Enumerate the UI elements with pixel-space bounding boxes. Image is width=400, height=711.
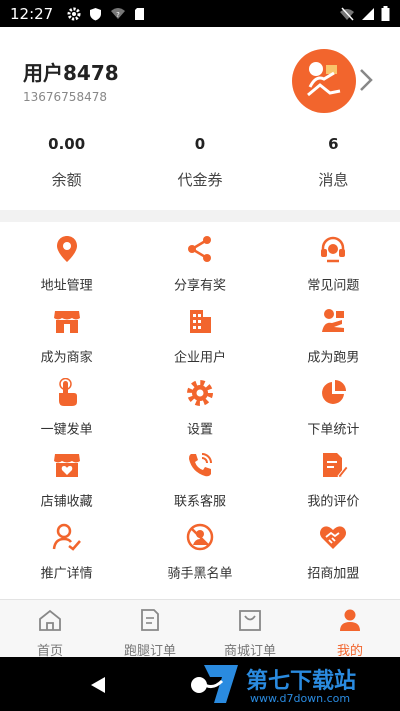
watermark-url: www.d7down.com — [250, 692, 351, 705]
avatar[interactable] — [292, 49, 356, 113]
svg-text:?: ? — [116, 11, 120, 19]
menu-item-share[interactable]: 分享有奖 — [133, 222, 266, 294]
bottom-tab-bar: 首页 跑腿订单 商城订单 我的 — [0, 599, 400, 659]
tab-home[interactable]: 首页 — [0, 600, 100, 659]
stat-value: 0 — [194, 135, 206, 153]
shopping-bag-icon — [239, 610, 261, 631]
menu-item-quick-order[interactable]: 一键发单 — [0, 366, 133, 438]
gear-icon — [186, 380, 213, 406]
menu-item-settings[interactable]: 设置 — [133, 366, 266, 438]
profile-header[interactable]: 用户8478 13676758478 0.00 余额 0 代金券 6 消息 — [0, 27, 400, 210]
menu-item-label: 我的评价 — [307, 494, 360, 510]
user-check-icon — [52, 523, 81, 551]
status-time: 12:27 — [10, 4, 54, 23]
stats-row: 0.00 余额 0 代金券 6 消息 — [0, 135, 400, 190]
battery-icon — [381, 6, 390, 21]
menu-item-label: 店铺收藏 — [40, 494, 93, 510]
back-icon[interactable] — [90, 676, 106, 694]
watermark: 第七下载站 www.d7down.com — [198, 661, 398, 709]
store-favorite-icon — [53, 454, 80, 477]
menu-item-label: 成为商家 — [40, 350, 93, 366]
person-icon — [340, 609, 360, 631]
signal-icon — [362, 7, 374, 20]
menu-item-label: 招商加盟 — [307, 566, 360, 582]
menu-item-label: 常见问题 — [307, 278, 360, 294]
courier-avatar-icon — [307, 62, 341, 97]
handshake-icon — [320, 526, 347, 549]
building-icon — [189, 310, 211, 333]
menu-item-label: 成为跑男 — [307, 350, 360, 366]
status-bar: 12:27 ? — [0, 0, 400, 27]
sd-card-icon — [135, 7, 145, 20]
wifi-off-icon — [340, 6, 354, 21]
tab-mall-orders[interactable]: 商城订单 — [200, 600, 300, 659]
shield-icon — [90, 7, 102, 20]
storefront-icon — [53, 311, 80, 333]
menu-item-my-reviews[interactable]: 我的评价 — [267, 438, 400, 510]
stat-value: 0.00 — [48, 135, 86, 153]
menu-item-label: 下单统计 — [307, 422, 360, 438]
stat-balance[interactable]: 0.00 余额 — [0, 135, 133, 190]
menu-item-faq[interactable]: 常见问题 — [267, 222, 400, 294]
menu-item-store-favorites[interactable]: 店铺收藏 — [0, 438, 133, 510]
document-edit-icon — [323, 453, 349, 479]
order-list-icon — [141, 609, 159, 631]
menu-grid: 地址管理 分享有奖 常见问题 成为商家 企业用户 成为跑男 一键发单 设置 下单… — [0, 222, 400, 599]
stat-label: 代金券 — [177, 171, 223, 189]
menu-item-merchant[interactable]: 成为商家 — [0, 294, 133, 366]
home-icon — [39, 609, 61, 631]
wifi-question-icon: ? — [111, 8, 126, 19]
menu-item-label: 推广详情 — [40, 566, 93, 582]
menu-item-rider-blacklist[interactable]: 骑手黑名单 — [133, 510, 266, 582]
menu-item-label: 分享有奖 — [173, 278, 226, 294]
stat-label: 余额 — [51, 171, 82, 189]
menu-item-label: 地址管理 — [40, 278, 93, 294]
watermark-brand: 第七下载站 — [246, 669, 357, 694]
pie-chart-icon — [322, 380, 347, 404]
chevron-right-icon[interactable] — [358, 67, 374, 93]
share-icon — [187, 236, 211, 262]
menu-item-label: 骑手黑名单 — [167, 566, 233, 582]
touch-hand-icon — [58, 378, 77, 406]
menu-item-courier[interactable]: 成为跑男 — [267, 294, 400, 366]
gear-icon — [67, 7, 81, 20]
username: 用户8478 — [23, 61, 119, 85]
phone-number: 13676758478 — [23, 90, 107, 104]
tab-mine[interactable]: 我的 — [300, 600, 400, 659]
tab-errand-orders[interactable]: 跑腿订单 — [100, 600, 200, 659]
menu-item-label: 设置 — [186, 422, 213, 438]
menu-item-address[interactable]: 地址管理 — [0, 222, 133, 294]
watermark-logo-icon — [201, 665, 238, 703]
menu-item-order-stats[interactable]: 下单统计 — [267, 366, 400, 438]
menu-item-enterprise[interactable]: 企业用户 — [133, 294, 266, 366]
courier-icon — [322, 309, 345, 332]
menu-item-franchise[interactable]: 招商加盟 — [267, 510, 400, 582]
menu-item-label: 一键发单 — [40, 422, 93, 438]
stat-label: 消息 — [318, 171, 349, 189]
menu-item-customer-service[interactable]: 联系客服 — [133, 438, 266, 510]
location-pin-icon — [56, 236, 77, 262]
stat-messages[interactable]: 6 消息 — [267, 135, 400, 190]
menu-item-promotion[interactable]: 推广详情 — [0, 510, 133, 582]
stat-value: 6 — [328, 135, 339, 153]
phone-call-icon — [188, 453, 212, 477]
menu-item-label: 联系客服 — [173, 494, 226, 510]
stat-vouchers[interactable]: 0 代金券 — [133, 135, 266, 190]
blocked-user-icon — [186, 523, 214, 551]
menu-item-label: 企业用户 — [173, 350, 226, 366]
headset-icon — [321, 236, 346, 263]
